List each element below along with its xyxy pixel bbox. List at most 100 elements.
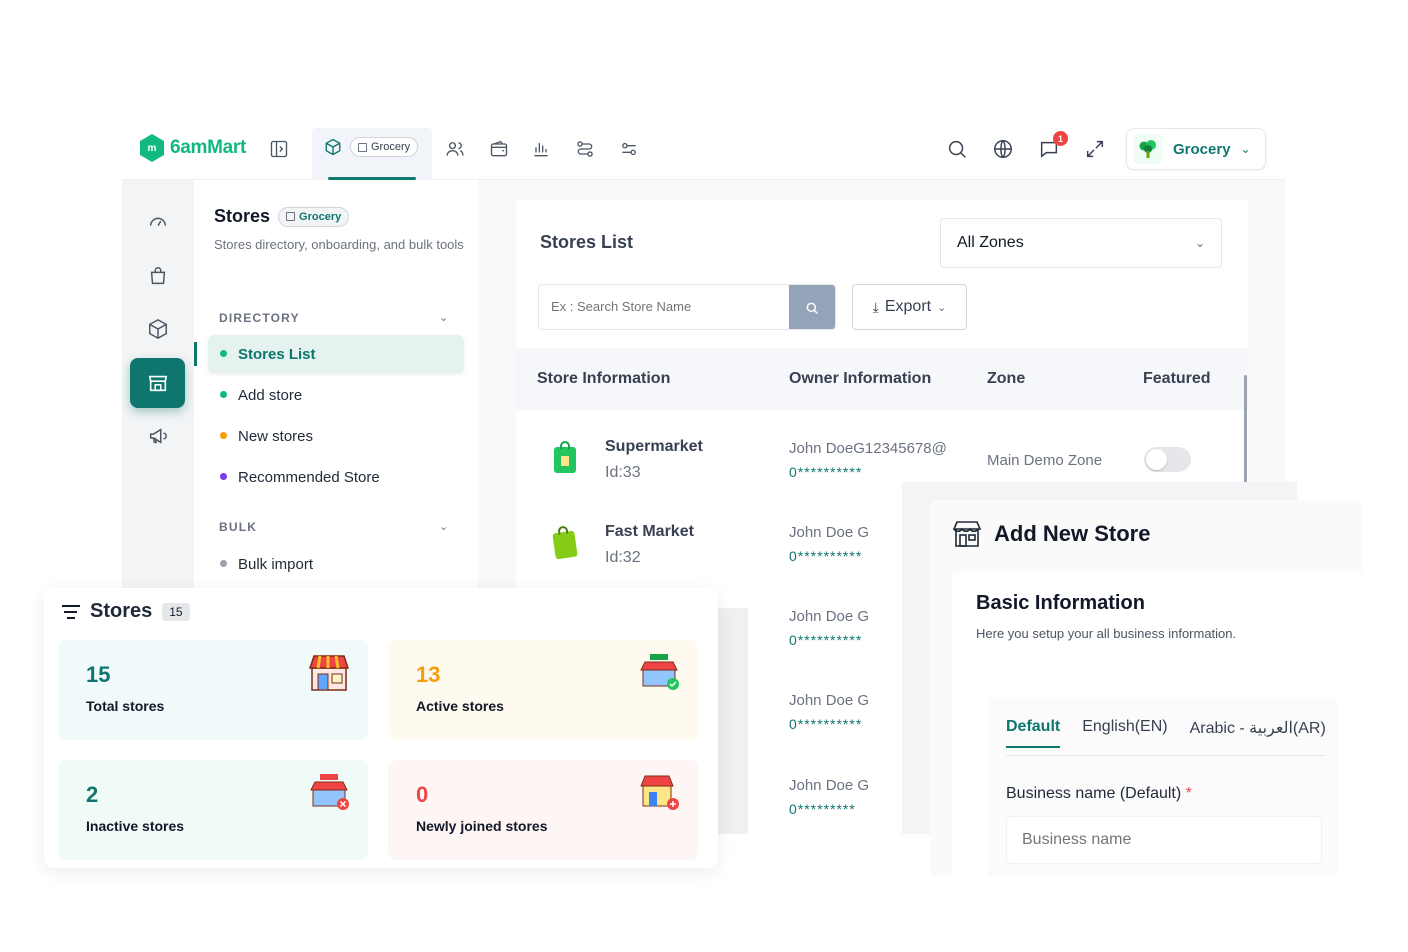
package-icon[interactable] [142, 313, 174, 345]
owner-name: John Doe G [789, 608, 870, 625]
column-header: Owner Information [789, 370, 932, 387]
sidebar-item-new-stores[interactable]: New stores [208, 417, 464, 455]
stat-card-inactive[interactable]: 2 Inactive stores [58, 760, 368, 860]
store-icon[interactable] [130, 358, 185, 408]
module-select[interactable]: Grocery ⌄ [1126, 128, 1266, 170]
store-id: Id:33 [605, 464, 641, 481]
sidebar-description: Stores directory, onboarding, and bulk t… [214, 237, 464, 252]
tabs-divider [1006, 755, 1326, 756]
owner-name: John DoeG12345678@ [789, 440, 947, 457]
storefront-icon [308, 655, 350, 691]
summary-header: Stores 15 [62, 600, 190, 623]
filter-icon[interactable] [62, 604, 80, 619]
tab-english[interactable]: English(EN) [1082, 718, 1167, 748]
chevron-down-icon[interactable]: ⌄ [439, 520, 448, 533]
store-logo [552, 525, 578, 560]
chevron-down-icon: ⌄ [1240, 142, 1251, 156]
stat-card-total[interactable]: 15 Total stores [58, 640, 368, 740]
sidebar-item-bulk-import[interactable]: Bulk import [208, 545, 464, 583]
language-tabs: Default English(EN) Arabic - العربية(AR) [1006, 718, 1326, 748]
store-logo [554, 441, 576, 473]
broccoli-icon [1133, 134, 1163, 164]
column-header: Store Information [537, 370, 671, 387]
open-store-icon [640, 654, 679, 690]
search-input[interactable] [551, 299, 781, 314]
module-chip: Grocery [350, 137, 419, 157]
settings-sliders-icon[interactable] [618, 138, 640, 160]
sidebar-title: Stores [214, 206, 271, 226]
sidebar-item-label: Stores List [238, 345, 316, 363]
chart-icon[interactable] [530, 138, 552, 160]
stores-summary-card: Stores 15 15 Total stores 13 Active stor… [44, 588, 718, 868]
sidebar-item-label: Add store [238, 386, 303, 404]
sidebar-item-recommended-store[interactable]: Recommended Store [208, 458, 464, 496]
chevron-down-icon: ⌄ [1194, 236, 1205, 250]
search-button[interactable] [789, 285, 835, 329]
chat-notification-icon[interactable]: 1 [1038, 131, 1068, 160]
store-id: Id:32 [605, 549, 641, 566]
dashboard-icon[interactable] [142, 206, 174, 238]
stat-card-newly-joined[interactable]: 0 Newly joined stores [388, 760, 698, 860]
megaphone-icon[interactable] [142, 420, 174, 452]
owner-phone: 0********** [789, 716, 863, 732]
stat-label: Total stores [86, 698, 165, 714]
zone-filter-select[interactable]: All Zones ⌄ [940, 218, 1222, 268]
store-name[interactable]: Fast Market [605, 523, 694, 541]
bullet-dot [220, 560, 227, 567]
business-name-field [1006, 816, 1322, 864]
business-name-input[interactable] [1022, 831, 1302, 849]
owner-phone: 0********** [789, 464, 863, 480]
grid-icon [358, 142, 367, 152]
stat-label: Active stores [416, 698, 504, 714]
owner-phone: 0********** [789, 632, 863, 648]
bullet-dot [220, 473, 227, 480]
owner-phone: 0********** [789, 548, 863, 564]
icon-rail [122, 180, 194, 600]
column-header: Zone [987, 370, 1026, 387]
basic-information-card: Basic Information Here you setup your al… [952, 572, 1362, 876]
wallet-icon[interactable] [488, 138, 510, 160]
sidebar-item-label: Recommended Store [238, 468, 380, 486]
sidebar-title-chip: Grocery [278, 206, 350, 227]
fullscreen-icon[interactable] [1084, 138, 1106, 160]
add-store-title: Add New Store [994, 521, 1151, 546]
users-icon[interactable] [444, 138, 466, 160]
store-name[interactable]: Supermarket [605, 438, 703, 456]
stat-card-active[interactable]: 13 Active stores [388, 640, 698, 740]
section-heading-directory[interactable]: DIRECTORY [219, 311, 300, 325]
chevron-down-icon[interactable]: ⌄ [439, 311, 448, 324]
owner-name: John Doe G [789, 777, 870, 794]
top-navbar: m 6amMart Grocery 1 Grocery ⌄ [122, 118, 1285, 180]
sidebar-toggle-icon[interactable] [268, 138, 290, 160]
new-store-icon [640, 775, 679, 810]
section-heading-bulk[interactable]: BULK [219, 520, 257, 534]
brand-logo[interactable]: m 6amMart [140, 134, 246, 162]
module-tab[interactable]: Grocery [312, 128, 432, 180]
route-icon[interactable] [574, 138, 596, 160]
globe-icon[interactable] [992, 138, 1014, 160]
sidebar-title-chip-label: Grocery [299, 210, 342, 223]
featured-toggle[interactable] [1144, 447, 1191, 472]
business-name-label: Business name (Default) * [1006, 785, 1192, 803]
shadow-strip [718, 608, 748, 834]
search-icon[interactable] [946, 138, 968, 160]
tab-arabic[interactable]: Arabic - العربية(AR) [1190, 718, 1326, 748]
stat-value: 2 [86, 782, 99, 807]
bullet-dot [220, 432, 227, 439]
bullet-dot [220, 350, 227, 357]
sidebar-item-add-store[interactable]: Add store [208, 376, 464, 414]
module-select-label: Grocery [1173, 140, 1231, 158]
sidebar-item-stores-list[interactable]: Stores List [208, 335, 464, 373]
shopping-bag-icon[interactable] [142, 260, 174, 292]
active-indicator [194, 342, 197, 366]
tab-default[interactable]: Default [1006, 718, 1061, 748]
grid-icon [286, 212, 296, 221]
export-button[interactable]: ⤓ Export ⌄ [852, 284, 967, 330]
required-mark: * [1185, 785, 1192, 802]
search-icon [806, 302, 818, 314]
zone-filter-value: All Zones [957, 234, 1024, 251]
search-field [538, 284, 836, 330]
chevron-down-icon: ⌄ [937, 301, 947, 314]
store-sidebar: Stores Grocery Stores directory, onboard… [194, 180, 478, 600]
owner-name: John Doe G [789, 524, 870, 541]
